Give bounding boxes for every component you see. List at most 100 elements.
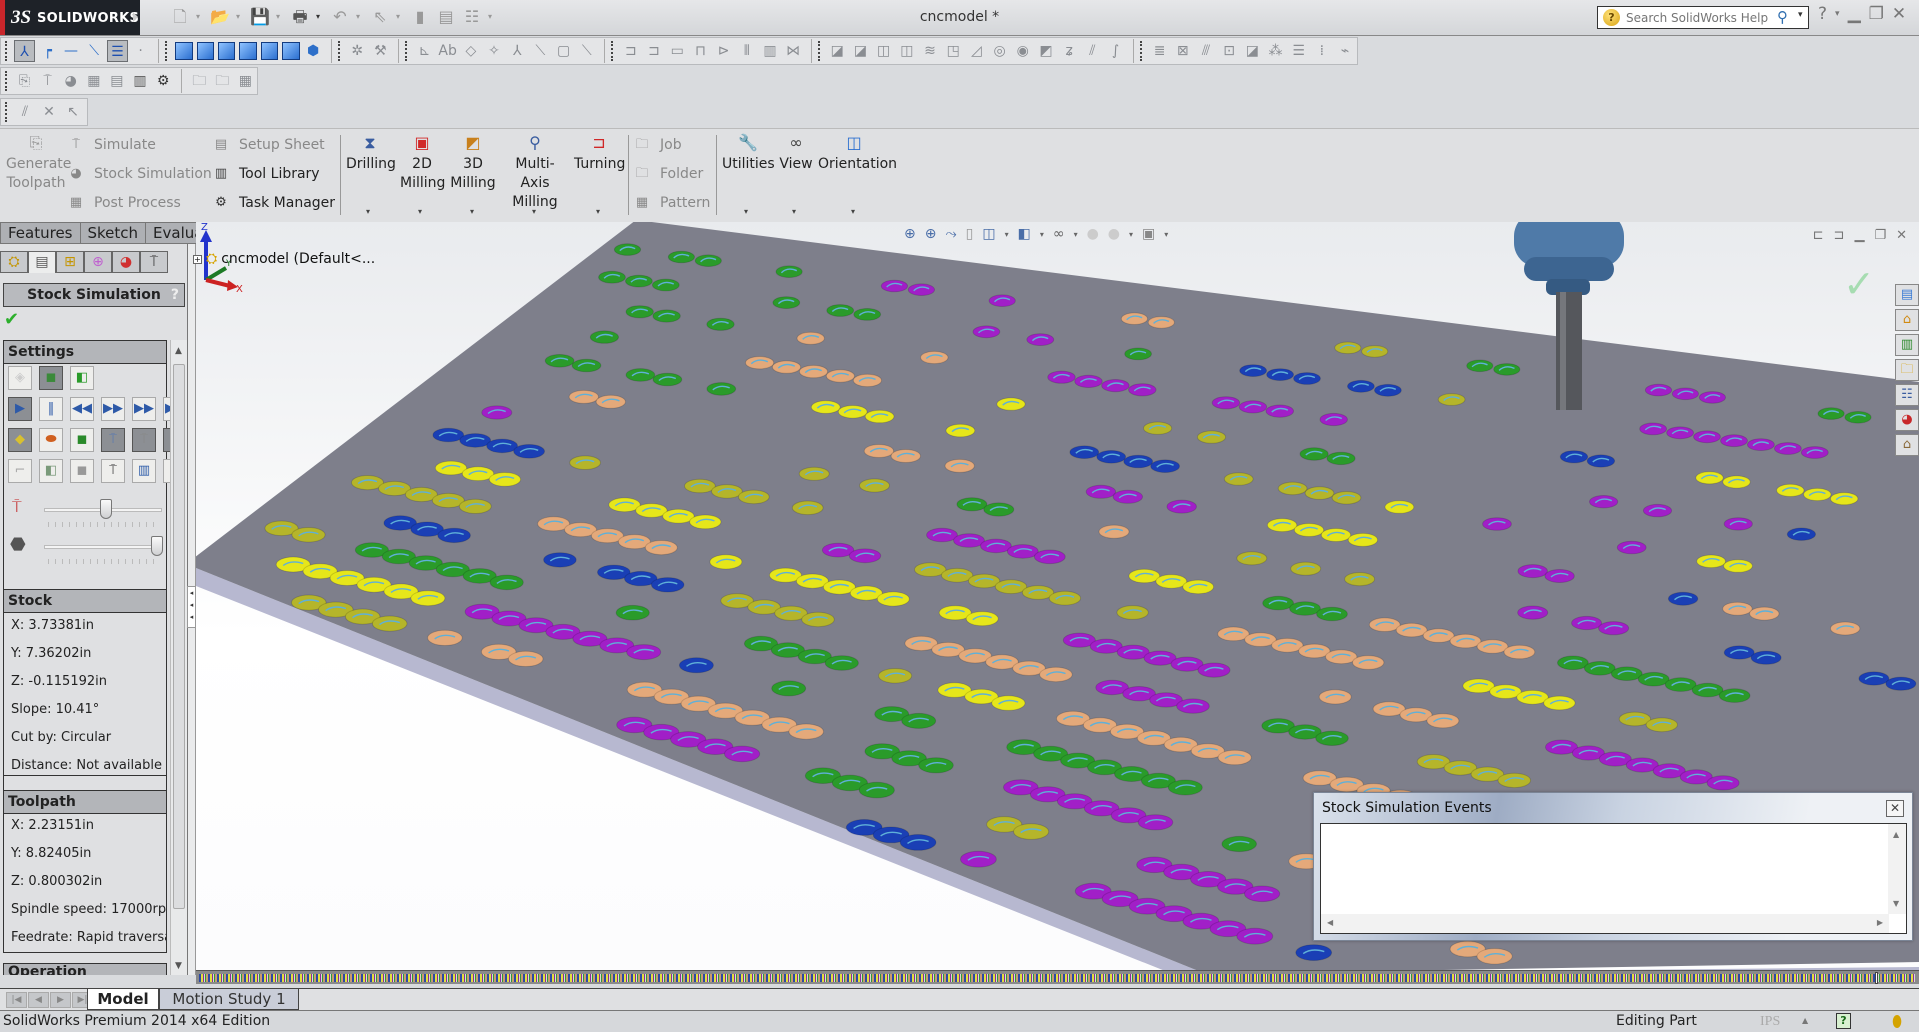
turn-op-icon[interactable]: ⁞ [1311,40,1332,62]
3d-milling-button[interactable]: ◩ 3D Milling [450,133,496,193]
solidworks-resources-icon[interactable]: ▤ [1895,284,1919,306]
diamond-icon[interactable]: ◇ [460,40,481,62]
toolbar-grip[interactable] [5,102,9,122]
turn-op-icon[interactable]: ⊡ [1219,40,1240,62]
mill-op-icon[interactable]: ◫ [896,40,917,62]
print-icon[interactable]: 🖶 [290,6,310,28]
mill-op-icon[interactable]: ◪ [850,40,871,62]
generate-toolpath-button[interactable]: ⎘ Generate Toolpath [6,133,71,193]
op-icon[interactable]: ⊳ [713,40,734,62]
print-dropdown-icon[interactable]: ▾ [316,6,324,28]
view-settings-dropdown-icon[interactable]: ▾ [1164,230,1168,239]
setup-sheet-icon[interactable]: ▤ [106,70,127,92]
cursor-icon[interactable]: ↖ [62,101,84,123]
mill-op-icon[interactable]: ◩ [1035,40,1056,62]
turn-op-icon[interactable]: ⌁ [1334,40,1355,62]
generate-toolpath-icon[interactable]: ⎘ [14,70,35,92]
ok-checkmark-icon[interactable]: ✔ [4,309,19,330]
show-holder-icon[interactable]: ⍑ [132,428,156,452]
drilling-dropdown-icon[interactable]: ▾ [366,207,370,216]
configurationmanager-tab-icon[interactable]: ⊞ [56,251,84,273]
orientation-button[interactable]: ◫ Orientation [818,133,897,174]
play-icon[interactable]: ▶ [8,397,32,421]
dimxpert-tab-icon[interactable]: ⊕ [84,251,112,273]
events-log-textarea[interactable] [1323,826,1885,909]
simulate-button[interactable]: ⍑ Simulate [68,137,156,153]
turning-dropdown-icon[interactable]: ▾ [596,207,600,216]
axis-line-icon[interactable]: — [60,40,81,62]
unit-caret-icon[interactable]: ▲ [1802,1016,1808,1025]
view-cube-icon[interactable] [175,42,193,60]
view-palette-icon[interactable]: ☷ [1895,384,1919,406]
show-fixture-icon[interactable]: ⬬ [39,428,63,452]
feature-recognition-icon[interactable]: ✲ [347,40,368,62]
tool-icon[interactable]: ⚒ [370,40,391,62]
select-icon[interactable]: ⇖ [370,6,390,28]
view-button[interactable]: ∞ View [778,133,814,174]
rewind-icon[interactable]: ◀◀ [70,397,94,421]
collapse-right-icon[interactable]: ⊐ [1834,228,1845,243]
scroll-left-icon[interactable]: ◀ [1327,918,1333,927]
more-icon[interactable]: · [130,40,151,62]
restore-icon[interactable]: ❐ [1869,4,1884,24]
save-icon[interactable]: 💾 [250,6,270,28]
settings-group-header[interactable]: Settings [3,340,167,364]
show-stock-icon[interactable]: ◆ [8,428,32,452]
quick-tips-icon[interactable]: ? [1836,1013,1851,1029]
2d-milling-button[interactable]: ▣ 2D Milling [400,133,445,193]
line-icon[interactable]: ⟍ [576,40,597,62]
custom-properties-icon[interactable]: ⌂ [1895,434,1919,456]
op-icon[interactable]: ⊐ [620,40,641,62]
coil-icon[interactable]: ☰ [106,40,129,62]
undo-icon[interactable]: ↶ [330,6,350,28]
scroll-right-icon[interactable]: ▶ [1877,918,1883,927]
menu-expand-arrow-icon[interactable] [133,12,138,22]
pattern-icon[interactable]: ▦ [235,70,256,92]
diamond-x-icon[interactable]: ✧ [483,40,504,62]
quality-slider-knob[interactable] [151,536,163,556]
turn-op-icon[interactable]: ◪ [1242,40,1263,62]
view-cube-icon[interactable] [282,42,300,60]
unit-system-button[interactable]: IPS [1760,1014,1780,1030]
scroll-up-icon[interactable]: ▲ [1893,830,1899,839]
scroll-down-icon[interactable]: ▼ [1893,899,1899,908]
pattern-button[interactable]: ▦ Pattern [634,195,711,211]
open-icon[interactable]: 📂 [210,6,230,28]
view-cube-icon[interactable] [239,42,257,60]
dialog-close-icon[interactable]: ✕ [1886,800,1904,817]
tab-features[interactable]: Features [0,222,81,244]
view-orientation-dropdown-icon[interactable]: ▾ [1005,230,1009,239]
isometric-icon[interactable]: ⬢ [303,40,324,62]
propertymanager-tab-icon[interactable]: ▤ [28,251,56,273]
view-orientation-icon[interactable]: ◫ [982,226,995,242]
help-icon[interactable]: ? [1818,4,1827,24]
stock-simulation-button[interactable]: ◕ Stock Simulation [68,166,211,182]
save-dropdown-icon[interactable]: ▾ [276,6,284,28]
tool-library-button[interactable]: ▥ Tool Library [213,166,320,182]
rest-material-icon[interactable]: ◼ [70,459,94,483]
viewport-minimize-icon[interactable]: ▁ [1854,228,1864,243]
folder-icon[interactable]: 🗀 [212,70,233,92]
mill-op-icon[interactable]: ⫽ [1082,40,1103,62]
tool-library-icon[interactable]: ▥ [129,70,150,92]
task-manager-button[interactable]: ⚙ Task Manager [213,195,335,211]
op-icon[interactable]: ⫴ [736,40,757,62]
utilities-button[interactable]: 🔧 Utilities [722,133,775,174]
confirmation-corner-ok-icon[interactable]: ✓ [1843,262,1875,306]
zoom-to-area-icon[interactable]: ⊕ [925,226,937,242]
toolbar-grip[interactable] [611,41,615,61]
file-explorer-icon[interactable]: 🗀 [1895,359,1919,381]
simulate-icon[interactable]: ⍑ [37,70,58,92]
turn-op-icon[interactable]: ☰ [1288,40,1309,62]
turning-button[interactable]: ⊐ Turning [574,133,625,174]
rebuild-icon[interactable]: ▮ [410,6,430,28]
toolpath-group-header[interactable]: Toolpath [3,790,167,814]
step-next-icon[interactable]: ▶▶ [132,397,156,421]
tab-motion-study-1[interactable]: Motion Study 1 [159,989,299,1010]
display-style-icon[interactable]: ◧ [1018,226,1031,242]
3d-milling-dropdown-icon[interactable]: ▾ [470,207,474,216]
file-properties-icon[interactable]: ▤ [436,6,456,28]
box-icon[interactable]: ▢ [553,40,574,62]
displaymanager-tab-icon[interactable]: ◕ [112,251,140,273]
new-dropdown-icon[interactable]: ▾ [196,6,204,28]
